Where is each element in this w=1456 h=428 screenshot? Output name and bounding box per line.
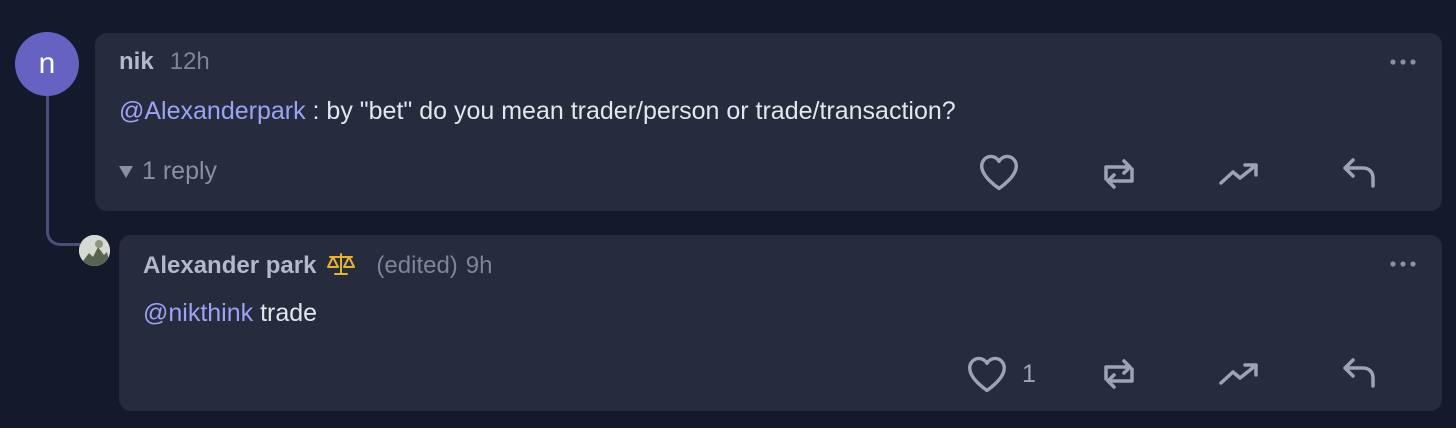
like-button[interactable] (978, 153, 1020, 191)
boost-button[interactable] (1218, 361, 1260, 387)
mention-link[interactable]: @Alexanderpark (119, 97, 306, 125)
reply-body: trade (253, 299, 318, 327)
reply-card: Alexander park (edited) 9h @nikthink tra… (119, 235, 1442, 411)
edited-label: (edited) (376, 252, 458, 279)
more-options-button[interactable] (1390, 255, 1416, 273)
reply-button[interactable] (1341, 357, 1377, 389)
more-dots-icon (1390, 59, 1416, 65)
comment-time[interactable]: 12h (170, 48, 210, 76)
reply-author[interactable]: Alexander park (143, 252, 316, 280)
replies-label: 1 reply (142, 157, 218, 185)
comment-author[interactable]: nik (119, 48, 154, 76)
reply-arrow-icon (1343, 358, 1375, 388)
comment-body: : by "bet" do you mean trader/person or … (305, 97, 956, 125)
repost-icon (1104, 359, 1134, 389)
more-dots-icon (1390, 261, 1416, 267)
trending-up-icon (1219, 363, 1258, 385)
thread-line (46, 96, 80, 246)
mention-link[interactable]: @nikthink (143, 299, 253, 327)
toggle-replies-button[interactable]: 1 reply (119, 157, 217, 186)
reply-text: @nikthink trade (143, 299, 317, 328)
repost-button[interactable] (1099, 157, 1139, 191)
reply-time[interactable]: 9h (466, 252, 493, 280)
like-button[interactable]: 1 (966, 355, 1036, 393)
heart-icon (980, 154, 1018, 191)
repost-icon (1104, 159, 1134, 189)
reply-button[interactable] (1341, 157, 1377, 189)
heart-icon (968, 356, 1006, 393)
scales-icon (326, 252, 356, 283)
avatar-letter: n (38, 47, 56, 80)
comment-text: @Alexanderpark : by "bet" do you mean tr… (119, 97, 956, 126)
more-options-button[interactable] (1390, 53, 1416, 71)
boost-button[interactable] (1218, 161, 1260, 187)
reply-avatar[interactable] (79, 235, 110, 266)
reply-arrow-icon (1343, 158, 1375, 188)
comment-card: nik 12h @Alexanderpark : by "bet" do you… (95, 33, 1442, 211)
caret-down-icon (119, 165, 133, 178)
reply-header: Alexander park (edited) 9h (143, 249, 493, 280)
like-count: 1 (1022, 359, 1036, 388)
repost-button[interactable] (1099, 357, 1139, 391)
comment-header: nik 12h (119, 48, 210, 76)
avatar[interactable]: n (15, 32, 79, 96)
trending-up-icon (1219, 163, 1258, 185)
